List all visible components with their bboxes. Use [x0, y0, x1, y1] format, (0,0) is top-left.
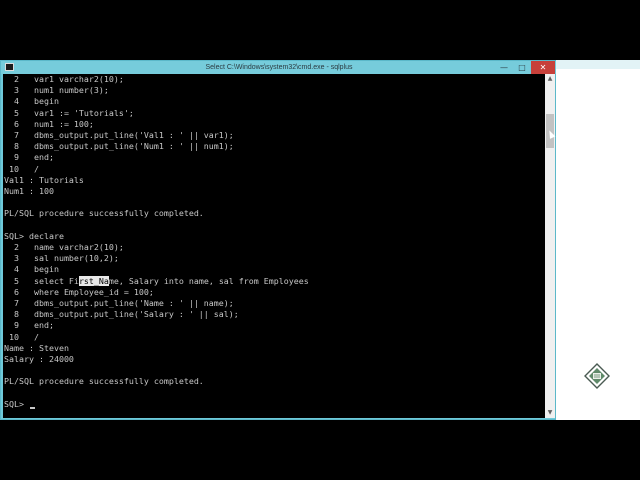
console-line: 7 dbms_output.put_line('Val1 : ' || var1… [4, 130, 234, 140]
title-bar[interactable]: Select C:\Windows\system32\cmd.exe - sql… [1, 61, 557, 74]
console-line: 3 num1 number(3); [4, 85, 109, 96]
console-line: Val1 : Tutorials [4, 174, 84, 185]
console-line: 5 var1 := 'Tutorials'; [4, 107, 134, 118]
scroll-up-icon[interactable]: ▲ [545, 74, 555, 84]
scroll-down-icon[interactable]: ▼ [545, 408, 555, 418]
selection-before: 5 select Fi [4, 275, 79, 286]
console-line: 9 end; [4, 320, 54, 331]
console-line: 6 where Employee_id = 100; [4, 286, 154, 297]
console-line: PL/SQL procedure successfully completed. [4, 376, 204, 387]
cmd-window: Select C:\Windows\system32\cmd.exe - sql… [0, 60, 557, 420]
text-selection[interactable]: rst_Na [78, 275, 109, 286]
side-panel [556, 60, 640, 420]
sql-prompt[interactable]: SQL> [4, 399, 29, 410]
console-line: PL/SQL procedure successfully completed. [4, 208, 204, 219]
console-line-selected: 5 select First_Name, Salary into name, s… [4, 275, 309, 287]
close-button[interactable]: ✕ [531, 61, 555, 74]
selection-after: me, Salary into name, sal from Employees [108, 275, 309, 286]
console-line: Salary : 24000 [4, 354, 74, 364]
console-line: 10 / [4, 331, 39, 342]
minimize-button[interactable]: — [495, 61, 513, 74]
tutorialspoint-logo-icon [584, 363, 610, 389]
console-output[interactable]: 2 var1 varchar2(10); 3 num1 number(3); 4… [3, 74, 545, 418]
console-line: 10 / [4, 163, 39, 174]
console-line: 6 num1 := 100; [4, 118, 94, 129]
console-line: Num1 : 100 [4, 186, 54, 196]
vertical-scrollbar[interactable]: ▲ ▼ [545, 74, 555, 418]
console-line: 2 var1 varchar2(10); [4, 74, 124, 84]
console-line: 9 end; [4, 152, 54, 163]
console-line: Name : Steven [4, 342, 69, 353]
maximize-button[interactable]: □ [513, 61, 531, 74]
console-line: 7 dbms_output.put_line('Name : ' || name… [4, 298, 234, 308]
text-cursor [30, 407, 35, 409]
console-line: 4 begin [4, 96, 59, 107]
side-strip [556, 60, 640, 69]
window-title: Select C:\Windows\system32\cmd.exe - sql… [205, 64, 353, 71]
console-line: 8 dbms_output.put_line('Num1 : ' || num1… [4, 141, 234, 152]
console-line: SQL> declare [4, 230, 64, 241]
console-line: 4 begin [4, 264, 59, 275]
console-line: 2 name varchar2(10); [4, 242, 124, 252]
console-line: 3 sal number(10,2); [4, 253, 119, 264]
console-line: 8 dbms_output.put_line('Salary : ' || sa… [4, 309, 239, 320]
